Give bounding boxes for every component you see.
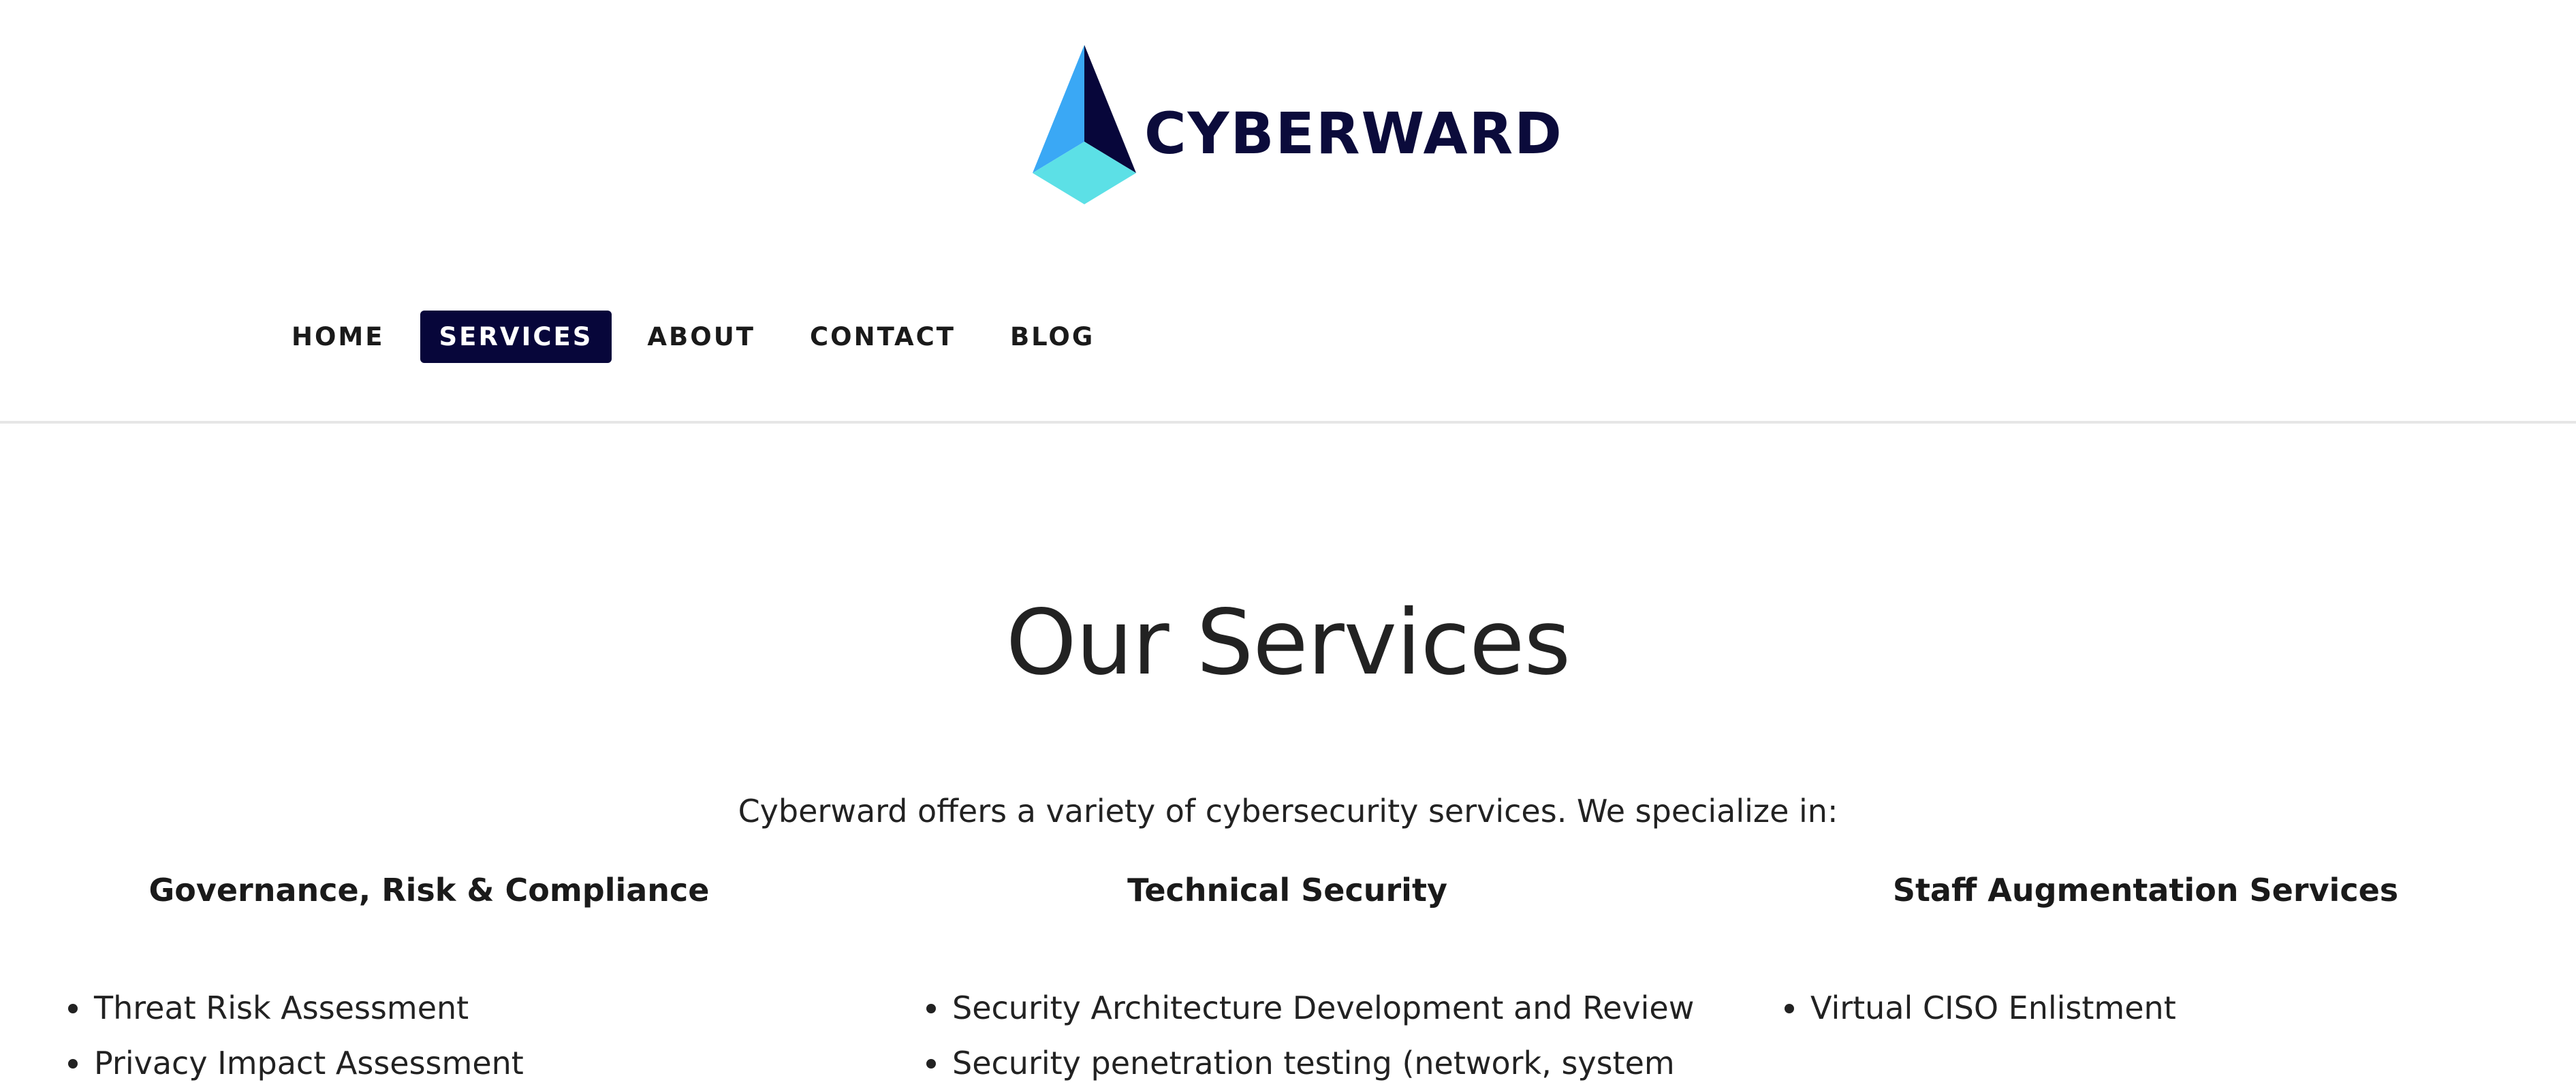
nav-contact[interactable]: CONTACT <box>791 311 975 363</box>
column-heading: Staff Augmentation Services <box>1892 872 2399 908</box>
bullet-icon <box>1785 1004 1794 1013</box>
pyramid-logo-icon <box>1033 45 1136 204</box>
nav-blog[interactable]: BLOG <box>991 311 1114 363</box>
bullet-icon <box>926 1004 936 1013</box>
bullet-icon <box>926 1059 936 1069</box>
list-item: Security penetration testing (network, s… <box>926 1036 1694 1091</box>
intro-text: Cyberward offers a variety of cybersecur… <box>738 793 1838 829</box>
list-item-label: Threat Risk Assessment <box>94 990 469 1026</box>
nav-home[interactable]: HOME <box>272 311 404 363</box>
site-header: CYBERWARD HOME SERVICES ABOUT CONTACT BL… <box>0 0 2576 424</box>
nav-services[interactable]: SERVICES <box>420 311 612 363</box>
list-item: Virtual CISO Enlistment <box>1785 981 2176 1036</box>
list-item: Security Architecture Development and Re… <box>926 981 1694 1036</box>
page-title: Our Services <box>1005 590 1571 696</box>
service-column-staffing: Staff Augmentation Services Virtual CISO… <box>1716 872 2575 1026</box>
column-heading: Governance, Risk & Compliance <box>148 872 710 908</box>
bullet-icon <box>68 1059 78 1069</box>
main-nav: HOME SERVICES ABOUT CONTACT BLOG <box>272 311 1130 363</box>
list-item-label: Virtual CISO Enlistment <box>1810 990 2176 1026</box>
service-list: Virtual CISO Enlistment <box>1785 981 2176 1036</box>
nav-about[interactable]: ABOUT <box>628 311 774 363</box>
logo-text: CYBERWARD <box>1144 100 1563 167</box>
service-list: Security Architecture Development and Re… <box>926 981 1694 1091</box>
service-list: Threat Risk Assessment Privacy Impact As… <box>68 981 524 1091</box>
list-item-label: Privacy Impact Assessment <box>94 1045 524 1081</box>
bullet-icon <box>68 1004 78 1013</box>
list-item-label: Security penetration testing (network, s… <box>952 1045 1675 1081</box>
cyberward-logo[interactable]: CYBERWARD <box>1030 45 1563 208</box>
list-item-label: Security Architecture Development and Re… <box>952 990 1695 1026</box>
service-column-grc: Governance, Risk & Compliance Threat Ris… <box>0 872 858 1081</box>
list-item: Threat Risk Assessment <box>68 981 524 1036</box>
service-column-technical: Technical Security Security Architecture… <box>858 872 1716 1081</box>
list-item: Privacy Impact Assessment <box>68 1036 524 1091</box>
column-heading: Technical Security <box>1127 872 1447 908</box>
